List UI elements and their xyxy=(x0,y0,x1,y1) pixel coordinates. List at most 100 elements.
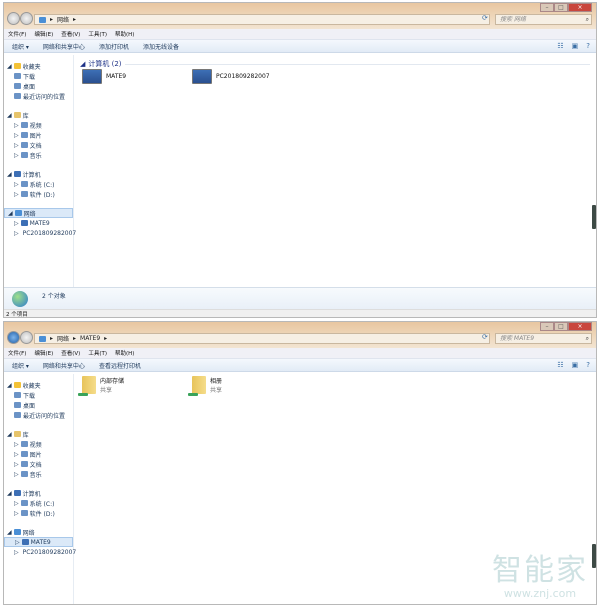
refresh-icon[interactable]: ⟳ xyxy=(482,333,492,344)
nav-item[interactable]: 最近访问的位置 xyxy=(4,91,73,101)
collapse-arrow-icon[interactable]: ▷ xyxy=(14,181,19,188)
nav-computer[interactable]: ◢ 计算机 xyxy=(4,169,73,179)
group-header[interactable]: ◢ 计算机 (2) xyxy=(80,59,590,69)
collapse-arrow-icon[interactable]: ▷ xyxy=(14,471,19,478)
close-button[interactable]: × xyxy=(568,3,592,12)
collapse-arrow-icon[interactable]: ▷ xyxy=(14,230,19,237)
search-input[interactable]: 搜索 网络 ⌕ xyxy=(495,14,592,25)
menu-item[interactable]: 帮助(H) xyxy=(115,349,134,357)
breadcrumb-item[interactable]: MATE9 xyxy=(80,335,100,342)
nav-item[interactable]: ▷ 图片 xyxy=(4,130,73,140)
toolbar-button[interactable]: 网络和共享中心 xyxy=(43,42,85,51)
nav-item[interactable]: ▷ 文档 xyxy=(4,459,73,469)
nav-item[interactable]: ▷ 音乐 xyxy=(4,150,73,160)
back-button[interactable] xyxy=(7,12,20,25)
menu-item[interactable]: 编辑(E) xyxy=(34,349,53,357)
nav-libraries[interactable]: ◢ 库 xyxy=(4,110,73,120)
nav-item[interactable]: ▷ 视频 xyxy=(4,439,73,449)
nav-libraries[interactable]: ◢ 库 xyxy=(4,429,73,439)
menu-item[interactable]: 查看(V) xyxy=(61,30,80,38)
nav-item[interactable]: 最近访问的位置 xyxy=(4,410,73,420)
nav-item[interactable]: 桌面 xyxy=(4,400,73,410)
collapse-arrow-icon[interactable]: ▷ xyxy=(14,549,19,556)
maximize-button[interactable]: □ xyxy=(554,322,568,331)
address-bar[interactable]: ▸ 网络 ▸ xyxy=(34,14,490,25)
menu-item[interactable]: 文件(F) xyxy=(8,30,26,38)
nav-computer[interactable]: ◢ 计算机 xyxy=(4,488,73,498)
menu-item[interactable]: 文件(F) xyxy=(8,349,26,357)
nav-item[interactable]: ▷ MATE9 xyxy=(4,537,73,547)
expand-arrow-icon[interactable]: ◢ xyxy=(7,490,12,497)
preview-pane-icon[interactable]: ▣ xyxy=(572,361,579,369)
nav-item[interactable]: ▷ 系统 (C:) xyxy=(4,498,73,508)
toolbar-button[interactable]: 网络和共享中心 xyxy=(43,361,85,370)
nav-item[interactable]: ▷ 视频 xyxy=(4,120,73,130)
file-item[interactable]: MATE9 xyxy=(82,69,126,84)
toolbar-button[interactable]: 查看远程打印机 xyxy=(99,361,141,370)
menu-item[interactable]: 工具(T) xyxy=(88,349,107,357)
file-item[interactable]: 内部存储 共享 xyxy=(78,376,124,396)
nav-favorites[interactable]: ◢ 收藏夹 xyxy=(4,380,73,390)
menu-item[interactable]: 查看(V) xyxy=(61,349,80,357)
expand-arrow-icon[interactable]: ◢ xyxy=(7,112,12,119)
preview-pane-icon[interactable]: ▣ xyxy=(572,42,579,50)
breadcrumb-item[interactable]: 网络 xyxy=(57,334,69,343)
collapse-arrow-icon[interactable]: ▷ xyxy=(14,132,19,139)
nav-item[interactable]: ▷ 文档 xyxy=(4,140,73,150)
nav-item[interactable]: ▷ PC201809282007 xyxy=(4,228,76,238)
collapse-arrow-icon[interactable]: ▷ xyxy=(14,500,19,507)
menu-item[interactable]: 工具(T) xyxy=(88,30,107,38)
help-icon[interactable]: ? xyxy=(586,361,590,369)
expand-arrow-icon[interactable]: ◢ xyxy=(7,382,12,389)
collapse-arrow-icon[interactable]: ▷ xyxy=(14,451,19,458)
close-button[interactable]: × xyxy=(568,322,592,331)
scrollbar[interactable] xyxy=(592,544,596,568)
toolbar-button[interactable]: 添加无线设备 xyxy=(143,42,179,51)
nav-item[interactable]: ▷ 系统 (C:) xyxy=(4,179,73,189)
nav-network[interactable]: ◢ 网络 xyxy=(4,527,73,537)
collapse-icon[interactable]: ◢ xyxy=(80,60,85,68)
collapse-arrow-icon[interactable]: ▷ xyxy=(14,510,19,517)
nav-item[interactable]: ▷ MATE9 xyxy=(4,218,73,228)
toolbar-button[interactable]: 组织 ▾ xyxy=(12,42,29,51)
refresh-icon[interactable]: ⟳ xyxy=(482,14,492,25)
forward-button[interactable] xyxy=(20,331,33,344)
collapse-arrow-icon[interactable]: ▷ xyxy=(14,461,19,468)
view-options-icon[interactable]: ☷ xyxy=(557,361,563,369)
expand-arrow-icon[interactable]: ◢ xyxy=(7,63,12,70)
collapse-arrow-icon[interactable]: ▷ xyxy=(14,220,19,227)
nav-network[interactable]: ◢ 网络 xyxy=(4,208,73,218)
scrollbar[interactable] xyxy=(592,205,596,229)
expand-arrow-icon[interactable]: ◢ xyxy=(7,529,12,536)
minimize-button[interactable]: – xyxy=(540,322,554,331)
nav-item[interactable]: ▷ 软件 (D:) xyxy=(4,189,73,199)
collapse-arrow-icon[interactable]: ▷ xyxy=(14,152,19,159)
expand-arrow-icon[interactable]: ◢ xyxy=(7,171,12,178)
menu-item[interactable]: 帮助(H) xyxy=(115,30,134,38)
toolbar-button[interactable]: 组织 ▾ xyxy=(12,361,29,370)
collapse-arrow-icon[interactable]: ▷ xyxy=(15,539,20,546)
file-item[interactable]: PC201809282007 xyxy=(192,69,270,84)
minimize-button[interactable]: – xyxy=(540,3,554,12)
back-button[interactable] xyxy=(7,331,20,344)
view-options-icon[interactable]: ☷ xyxy=(557,42,563,50)
nav-item[interactable]: ▷ PC201809282007 xyxy=(4,547,76,557)
collapse-arrow-icon[interactable]: ▷ xyxy=(14,441,19,448)
breadcrumb-item[interactable]: 网络 xyxy=(57,15,69,24)
search-input[interactable]: 搜索 MATE9 ⌕ xyxy=(495,333,592,344)
forward-button[interactable] xyxy=(20,12,33,25)
menu-item[interactable]: 编辑(E) xyxy=(34,30,53,38)
nav-item[interactable]: ▷ 图片 xyxy=(4,449,73,459)
expand-arrow-icon[interactable]: ◢ xyxy=(7,431,12,438)
collapse-arrow-icon[interactable]: ▷ xyxy=(14,142,19,149)
nav-item[interactable]: 下载 xyxy=(4,390,73,400)
nav-item[interactable]: ▷ 音乐 xyxy=(4,469,73,479)
collapse-arrow-icon[interactable]: ▷ xyxy=(14,191,19,198)
toolbar-button[interactable]: 添加打印机 xyxy=(99,42,129,51)
help-icon[interactable]: ? xyxy=(586,42,590,50)
expand-arrow-icon[interactable]: ◢ xyxy=(8,210,13,217)
maximize-button[interactable]: □ xyxy=(554,3,568,12)
nav-item[interactable]: 桌面 xyxy=(4,81,73,91)
nav-item[interactable]: ▷ 软件 (D:) xyxy=(4,508,73,518)
nav-favorites[interactable]: ◢ 收藏夹 xyxy=(4,61,73,71)
